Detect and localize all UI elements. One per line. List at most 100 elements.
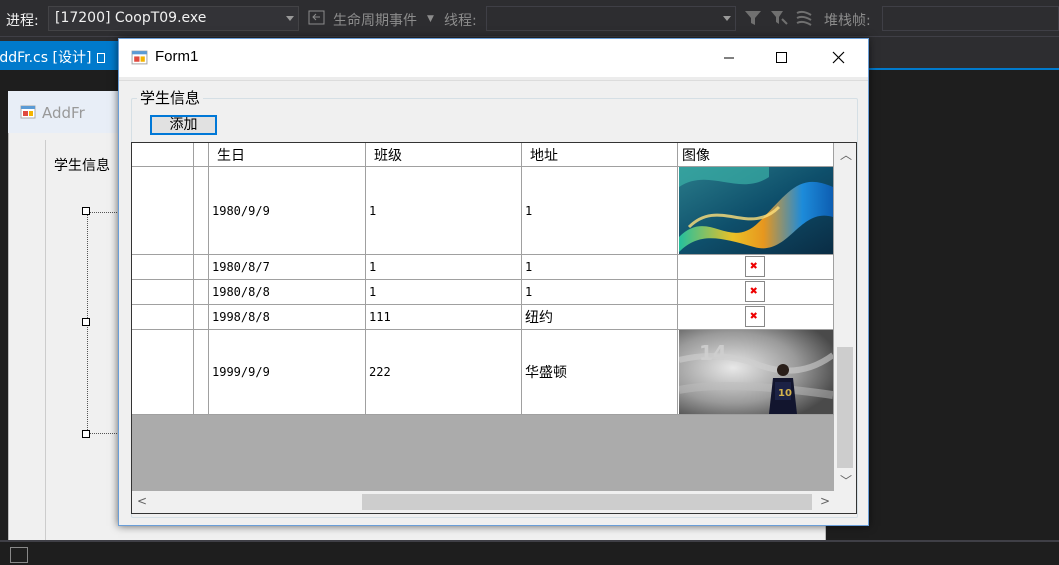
filter-icon[interactable] — [744, 10, 762, 26]
stackframe-dropdown[interactable] — [882, 6, 1059, 31]
minimize-button[interactable] — [703, 39, 755, 77]
process-dropdown[interactable]: [17200] CoopT09.exe — [48, 6, 299, 31]
table-cell-image[interactable] — [678, 167, 834, 255]
cell-value: 1980/8/7 — [212, 260, 270, 274]
column-header-class[interactable]: 班级 — [366, 143, 522, 167]
process-value: [17200] CoopT09.exe — [55, 10, 207, 26]
cell-value: 1 — [525, 260, 533, 274]
scroll-left-arrow-icon[interactable]: < — [137, 494, 147, 508]
table-cell-class[interactable]: 222 — [366, 330, 522, 415]
chevron-down-icon — [723, 16, 731, 21]
panel-icon — [10, 547, 28, 563]
cell-value: 1980/8/8 — [212, 285, 270, 299]
vertical-scroll-thumb[interactable] — [837, 347, 853, 468]
student-info-label: 学生信息 — [137, 87, 204, 108]
grid-corner-header[interactable] — [132, 143, 194, 167]
table-cell[interactable] — [194, 330, 209, 415]
process-label: 进程: — [6, 13, 39, 29]
add-button[interactable]: 添加 — [150, 115, 217, 135]
row-header[interactable] — [132, 167, 194, 255]
cell-value: 1 — [369, 203, 377, 218]
table-cell-address[interactable]: 纽约 — [522, 305, 678, 330]
resize-handle[interactable] — [82, 430, 90, 438]
designer-form-title: AddFr — [42, 104, 85, 122]
table-cell[interactable] — [194, 255, 209, 280]
cell-value: 1999/9/9 — [212, 365, 270, 379]
cell-value: 1 — [525, 285, 533, 299]
table-cell-address[interactable]: 1 — [522, 167, 678, 255]
designer-group-label: 学生信息 — [54, 158, 110, 174]
debug-location-toolbar: 进程: [17200] CoopT09.exe 生命周期事件 ▼ 线程: 堆栈帧… — [0, 0, 1059, 37]
table-cell-class[interactable]: 111 — [366, 305, 522, 330]
resize-handle[interactable] — [82, 207, 90, 215]
table-cell-image[interactable]: ✖ — [678, 280, 834, 305]
filter-flag-icon[interactable] — [770, 10, 788, 26]
cell-value: 1980/9/9 — [212, 203, 270, 218]
row-header[interactable] — [132, 255, 194, 280]
lifecycle-events-label[interactable]: 生命周期事件 — [333, 10, 417, 30]
table-cell-birthday[interactable]: 1980/8/7 — [209, 255, 366, 280]
table-cell-image[interactable]: ✖ — [678, 305, 834, 330]
table-cell-birthday[interactable]: 1980/8/8 — [209, 280, 366, 305]
broken-image-icon: ✖ — [745, 256, 765, 277]
tab-label: AddFr.cs [设计] — [0, 50, 92, 66]
svg-text:14: 14 — [699, 341, 727, 365]
tab-addfr-designer[interactable]: AddFr.cs [设计] — [0, 41, 120, 70]
form1-window: Form1 学生信息 添加 生日 班级 地址 图像 1980/9/9 1 1 1… — [118, 38, 869, 526]
table-cell-class[interactable]: 1 — [366, 280, 522, 305]
cell-value: 111 — [369, 310, 391, 324]
row-header[interactable] — [132, 305, 194, 330]
column-header-blank[interactable] — [194, 143, 209, 167]
column-header-address[interactable]: 地址 — [522, 143, 678, 167]
stackframe-label: 堆栈帧: — [824, 13, 871, 29]
table-cell-image[interactable]: 14 10 — [678, 330, 834, 415]
table-cell[interactable] — [194, 305, 209, 330]
horizontal-scroll-thumb[interactable] — [362, 494, 812, 510]
form-icon — [131, 50, 148, 65]
row-header[interactable] — [132, 330, 194, 415]
row-header[interactable] — [132, 280, 194, 305]
column-header-birthday[interactable]: 生日 — [209, 143, 366, 167]
vertical-scrollbar[interactable]: ︿ ﹀ — [834, 143, 856, 491]
soccer-player-image: 14 10 — [679, 330, 833, 414]
table-cell[interactable] — [194, 280, 209, 305]
resize-handle[interactable] — [82, 318, 90, 326]
cell-value: 1998/8/8 — [212, 310, 270, 324]
table-cell-address[interactable]: 华盛顿 — [522, 330, 678, 415]
table-cell-address[interactable]: 1 — [522, 280, 678, 305]
thread-dropdown[interactable] — [486, 6, 736, 31]
cell-value: 1 — [369, 260, 377, 274]
student-datagridview[interactable]: 生日 班级 地址 图像 1980/9/9 1 1 1980/8/7 1 1 ✖ … — [131, 142, 857, 514]
scroll-right-arrow-icon[interactable]: > — [820, 494, 830, 508]
column-header-image[interactable]: 图像 — [678, 143, 834, 167]
form1-title: Form1 — [155, 48, 199, 65]
table-cell-image[interactable]: ✖ — [678, 255, 834, 280]
flag-threads-icon[interactable] — [795, 10, 813, 26]
table-cell-class[interactable]: 1 — [366, 167, 522, 255]
horizontal-scrollbar[interactable]: < > — [132, 491, 834, 513]
table-cell-birthday[interactable]: 1999/9/9 — [209, 330, 366, 415]
table-cell-address[interactable]: 1 — [522, 255, 678, 280]
column-header-label: 生日 — [217, 148, 245, 164]
chevron-down-icon: ▼ — [427, 14, 434, 24]
broken-image-icon: ✖ — [745, 281, 765, 302]
cell-value: 1 — [369, 285, 377, 299]
scroll-down-arrow-icon[interactable]: ﹀ — [840, 472, 852, 489]
abstract-wave-image — [679, 167, 833, 254]
maximize-button[interactable] — [755, 39, 807, 77]
table-cell-birthday[interactable]: 1980/9/9 — [209, 167, 366, 255]
table-cell-class[interactable]: 1 — [366, 255, 522, 280]
table-cell[interactable] — [194, 167, 209, 255]
lifecycle-events-icon[interactable] — [308, 10, 326, 26]
thread-label: 线程: — [444, 13, 477, 29]
column-header-label: 地址 — [530, 148, 558, 164]
close-button[interactable] — [813, 39, 865, 77]
form1-strip — [119, 77, 868, 81]
table-cell-birthday[interactable]: 1998/8/8 — [209, 305, 366, 330]
scroll-up-arrow-icon[interactable]: ︿ — [840, 146, 852, 163]
vs-bottom-panel — [0, 540, 1059, 565]
column-header-label: 图像 — [682, 148, 710, 164]
chevron-down-icon — [286, 16, 294, 21]
pin-icon[interactable] — [97, 53, 106, 63]
form1-titlebar[interactable]: Form1 — [119, 39, 868, 77]
